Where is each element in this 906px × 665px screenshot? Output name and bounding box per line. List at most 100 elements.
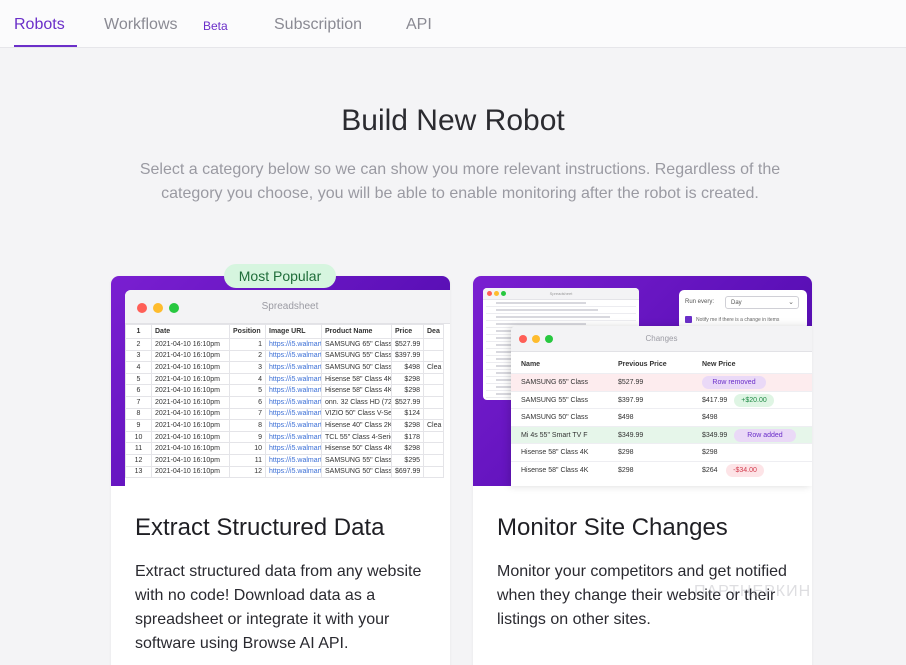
sheet-cell: 2021-04-10 16:10pm [151,338,230,351]
change-tag: Row removed [702,376,766,389]
notify-checkbox[interactable] [685,316,692,323]
sheet-cell: Hisense 50" Class 4K [321,442,392,455]
run-every-label: Run every: [685,299,715,305]
sheet-cell: $697.99 [391,465,424,479]
page-title: Build New Robot [341,104,565,137]
small-window-title: Spreadsheet [549,291,573,296]
monitor-changes-card[interactable]: Spreadsheet Run every: Day ⌄ Notify me i… [473,276,812,665]
sheet-cell: 8 [125,407,152,421]
product-name: SAMSUNG 50" Class [521,414,589,421]
run-every-select[interactable]: Day ⌄ [725,296,799,309]
sheet-cell [423,442,444,455]
product-name: SAMSUNG 55" Class [521,396,589,404]
sheet-cell: https://i5.walmarti [265,349,322,363]
sheet-cell: 2 [229,349,266,363]
sheet-cell: 2021-04-10 16:10pm [151,384,230,397]
sheet-row: 12 2021-04-10 16:10pm 11 https://i5.walmart… [125,453,444,467]
window-titlebar: Changes [511,326,812,352]
sheet-cell: https://i5.walmarti [265,407,322,421]
sheet-cell: 5 [125,372,152,386]
changes-row: Mi 4s 55" Smart TV F $349.99 $349.99 Row ad… [511,425,812,443]
sheet-row: 9 2021-04-10 16:10pm 8 https://i5.walmarti H… [125,419,444,432]
extract-data-card[interactable]: Spreadsheet 1 Date Position Image URL Produc… [111,276,450,665]
sheet-cell: Price [391,324,424,339]
change-tag: +$20.00 [734,393,774,407]
sheet-cell: 11 [125,442,152,455]
previous-price: $349.99 [618,431,644,439]
chevron-down-icon: ⌄ [788,299,794,306]
run-every-panel: Run every: Day ⌄ Notify me if there is a… [679,290,807,330]
new-price: $417.99 [702,396,728,404]
sheet-row: 10 2021-04-10 16:10pm 9 https://i5.walmarti… [125,430,444,444]
monitor-illustration: Spreadsheet Run every: Day ⌄ Notify me i… [473,276,812,486]
card-description: Extract structured data from any website… [135,563,422,652]
tab-subscription[interactable]: Subscription [274,16,362,34]
sheet-cell: 2021-04-10 16:10pm [151,430,230,444]
sheet-row: 8 2021-04-10 16:10pm 7 https://i5.walmarti V… [125,407,444,421]
mini-row-line [486,314,636,321]
product-name: SAMSUNG 65" Class [521,379,589,386]
product-name: Hisense 58" Class 4K [521,466,589,474]
sheet-cell: 3 [229,361,266,374]
watermark-text: ПАРТНЕРКИН [694,583,812,600]
sheet-cell: 2021-04-10 16:10pm [151,465,230,479]
active-tab-underline [14,45,77,47]
sheet-cell: $527.99 [391,395,424,409]
sheet-cell: 10 [125,430,152,444]
sheet-cell: $298 [391,419,424,432]
sheet-row: 2 2021-04-10 16:10pm 1 https://i5.walmarti S… [125,338,444,351]
sheet-cell: https://i5.walmarti [265,361,322,374]
sheet-row: 5 2021-04-10 16:10pm 4 https://i5.walmarti H… [125,372,444,386]
sheet-cell: $298 [391,442,424,455]
changes-row: Hisense 58" Class 4K $298 $298 [511,443,812,461]
sheet-cell: 2021-04-10 16:10pm [151,453,230,467]
sheet-cell: 9 [229,430,266,444]
sheet-cell: SAMSUNG 55" Class [321,453,392,467]
new-price: $264 [702,466,718,474]
sheet-cell: SAMSUNG 55" Class [321,349,392,363]
product-name: Hisense 58" Class 4K [521,449,589,456]
sheet-cell: SAMSUNG 65" Class [321,338,392,351]
spreadsheet-window: Spreadsheet 1 Date Position Image URL Produc… [125,290,450,486]
changes-window: Changes Name Previous Price New Price SA… [511,326,812,486]
new-price: $349.99 [702,431,728,439]
sheet-cell: https://i5.walmarti [265,384,322,397]
sheet-row: 7 2021-04-10 16:10pm 6 https://i5.walmarti o… [125,395,444,409]
sheet-cell [423,338,444,351]
beta-badge: Beta [203,19,228,33]
mini-row-line [486,307,636,314]
sheet-cell: onn. 32 Class HD (72 [321,395,392,409]
changes-row: SAMSUNG 65" Class $527.99 Row removed [511,373,812,391]
sheet-cell: 3 [125,349,152,363]
sheet-cell: 2021-04-10 16:10pm [151,419,230,432]
sheet-cell: 4 [125,361,152,374]
sheet-cell: VIZIO 50" Class V-Ser [321,407,392,421]
sheet-cell: $298 [391,372,424,386]
sheet-cell: SAMSUNG 50" Class [321,465,392,479]
sheet-cell: 1 [229,338,266,351]
notify-label: Notify me if there is a change in items [696,317,780,323]
sheet-cell: 5 [229,384,266,397]
sheet-cell [423,349,444,363]
change-tag: Row added [734,428,796,442]
changes-row: SAMSUNG 50" Class $498 $498 [511,408,812,426]
sheet-cell: $298 [391,384,424,397]
sheet-cell: 12 [229,465,266,479]
sheet-cell [423,372,444,386]
sheet-cell: Date [151,324,230,339]
previous-price: $527.99 [618,379,644,386]
column-header-new-price: New Price [702,361,736,368]
sheet-cell: 13 [125,465,152,479]
sheet-cell: 4 [229,372,266,386]
new-price: $298 [702,449,718,456]
mini-row-line [486,300,636,307]
tab-robots[interactable]: Robots [14,16,65,34]
tab-workflows[interactable]: Workflows [104,16,178,34]
new-price: $498 [702,414,718,421]
sheet-cell: 11 [229,453,266,467]
tab-api[interactable]: API [406,16,432,34]
sheet-cell: https://i5.walmarti [265,419,322,432]
sheet-cell: 2 [125,338,152,351]
top-nav: Robots Workflows Beta Subscription API [0,0,906,48]
sheet-cell [423,395,444,409]
